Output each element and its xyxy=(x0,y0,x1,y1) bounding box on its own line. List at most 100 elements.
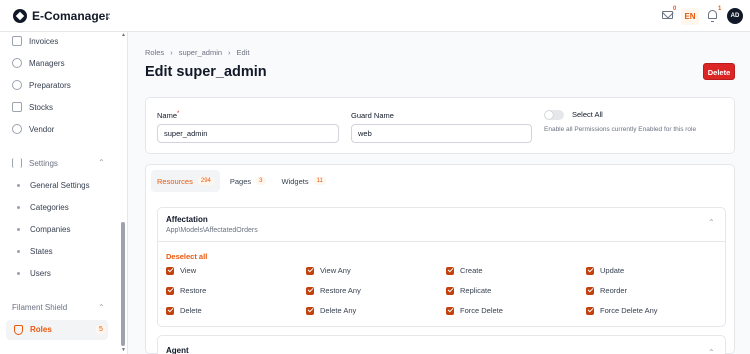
scroll-up-arrow-icon[interactable]: ▲ xyxy=(121,32,126,38)
filament-shield-group-label[interactable]: Filament Shield xyxy=(12,303,67,312)
sidebar-item-companies[interactable]: Companies xyxy=(30,222,70,236)
sidebar-item-preparators[interactable]: Preparators xyxy=(12,77,71,93)
sidebar-item-label: Stocks xyxy=(29,102,54,112)
checkbox-checked-icon[interactable] xyxy=(586,266,594,275)
checkbox-checked-icon[interactable] xyxy=(586,286,594,295)
checkbox-checked-icon[interactable] xyxy=(446,286,454,295)
sidebar-item-managers[interactable]: Managers xyxy=(12,55,65,71)
top-bar: E-Comanager ‹ 0 EN 1 AD xyxy=(0,0,750,32)
user-group-icon xyxy=(12,80,22,90)
name-field-label: Name* xyxy=(157,111,180,120)
mail-icon[interactable] xyxy=(662,11,673,19)
permission-checkbox[interactable]: Restore xyxy=(166,286,206,295)
permission-tabs: Resources 294 Pages 3 Widgets 11 xyxy=(151,170,332,192)
tab-count-badge: 3 xyxy=(256,177,266,185)
roles-count-badge: 5 xyxy=(96,325,106,334)
users-icon xyxy=(12,58,22,68)
tab-count-badge: 294 xyxy=(197,177,214,185)
checkbox-checked-icon[interactable] xyxy=(586,306,594,315)
permission-checkbox[interactable]: Force Delete xyxy=(446,306,503,315)
name-field[interactable]: super_admin xyxy=(157,124,339,143)
notifications-count-badge: 1 xyxy=(718,6,722,12)
select-all-toggle[interactable] xyxy=(544,110,564,120)
chevron-up-icon[interactable]: ⌃ xyxy=(98,303,105,312)
resource-title: Affectation xyxy=(166,215,208,224)
chevron-right-icon: › xyxy=(228,48,231,57)
tab-count-badge: 11 xyxy=(313,177,326,185)
sidebar-item-label: Preparators xyxy=(29,80,71,90)
shield-icon xyxy=(14,325,23,335)
settings-group-toggle[interactable]: Settings xyxy=(12,158,58,168)
tab-resources[interactable]: Resources 294 xyxy=(151,170,220,192)
select-all-help-text: Enable all Permissions currently Enabled… xyxy=(544,126,697,133)
mail-count-badge: 0 xyxy=(673,6,677,12)
app-name: E-Comanager xyxy=(32,9,111,23)
sidebar-scrollbar[interactable] xyxy=(121,222,125,346)
guard-name-field[interactable]: web xyxy=(351,124,532,143)
sliders-icon xyxy=(12,158,22,168)
breadcrumb-super-admin[interactable]: super_admin xyxy=(179,48,222,57)
chevron-up-icon[interactable]: ⌃ xyxy=(708,348,715,354)
permission-checkbox[interactable]: View Any xyxy=(306,266,351,275)
sidebar-item-roles[interactable]: Roles 5 xyxy=(6,320,108,340)
language-switch-button[interactable]: EN xyxy=(681,8,699,25)
sidebar-item-categories[interactable]: Categories xyxy=(30,200,69,214)
divider xyxy=(158,241,725,242)
breadcrumb-edit: Edit xyxy=(236,48,250,57)
permission-checkbox[interactable]: Delete xyxy=(166,306,202,315)
sidebar-item-label: Managers xyxy=(29,58,65,68)
checkbox-checked-icon[interactable] xyxy=(166,266,174,275)
sidebar-item-invoices[interactable]: Invoices xyxy=(12,33,58,49)
tab-widgets[interactable]: Widgets 11 xyxy=(276,170,332,192)
bullet-icon xyxy=(17,206,20,209)
chevron-up-icon[interactable]: ⌃ xyxy=(708,218,715,227)
delete-button[interactable]: Delete xyxy=(703,63,735,80)
role-form-card: Name* super_admin Guard Name web Select … xyxy=(145,97,735,154)
deselect-all-link[interactable]: Deselect all xyxy=(166,252,207,261)
checkbox-checked-icon[interactable] xyxy=(306,306,314,315)
notifications-bell-icon[interactable] xyxy=(708,10,717,22)
resource-section-agent: Agent ⌃ xyxy=(157,335,726,354)
resource-section-affectation: Affectation App\Models\AffectatedOrders … xyxy=(157,207,726,327)
bullet-icon xyxy=(17,272,20,275)
chevron-up-icon[interactable]: ⌃ xyxy=(98,158,105,167)
permission-checkbox[interactable]: Delete Any xyxy=(306,306,356,315)
permission-checkbox[interactable]: View xyxy=(166,266,196,275)
building-icon xyxy=(12,102,22,112)
checkbox-checked-icon[interactable] xyxy=(306,286,314,295)
bullet-icon xyxy=(17,250,20,253)
sidebar-item-vendor[interactable]: Vendor xyxy=(12,121,54,137)
logo-icon xyxy=(13,9,27,23)
checkbox-checked-icon[interactable] xyxy=(166,286,174,295)
sidebar-item-users[interactable]: Users xyxy=(30,266,51,280)
scroll-down-arrow-icon[interactable]: ▼ xyxy=(121,347,126,353)
checkbox-checked-icon[interactable] xyxy=(446,306,454,315)
user-avatar[interactable]: AD xyxy=(727,8,743,24)
sidebar-item-stocks[interactable]: Stocks xyxy=(12,99,53,115)
bullet-icon xyxy=(17,184,20,187)
settings-group-label: Settings xyxy=(29,158,58,168)
permission-checkbox[interactable]: Reorder xyxy=(586,286,627,295)
tab-pages[interactable]: Pages 3 xyxy=(224,170,272,192)
permissions-card: Resources 294 Pages 3 Widgets 11 Affectatio… xyxy=(145,164,735,354)
breadcrumb-roles[interactable]: Roles xyxy=(145,48,164,57)
checkbox-checked-icon[interactable] xyxy=(166,306,174,315)
guard-name-field-label: Guard Name xyxy=(351,111,394,120)
sidebar-item-general-settings[interactable]: General Settings xyxy=(30,178,90,192)
chevron-right-icon: › xyxy=(170,48,173,57)
select-all-label: Select All xyxy=(572,110,603,119)
sidebar-item-label: Roles xyxy=(30,325,52,334)
sidebar-item-states[interactable]: States xyxy=(30,244,53,258)
permission-checkbox[interactable]: Update xyxy=(586,266,624,275)
permission-checkbox[interactable]: Replicate xyxy=(446,286,491,295)
sidebar: Invoices Managers Preparators Stocks Ven… xyxy=(0,32,128,354)
collapse-sidebar-button[interactable]: ‹ xyxy=(106,8,111,22)
permission-checkbox[interactable]: Restore Any xyxy=(306,286,361,295)
checkbox-checked-icon[interactable] xyxy=(446,266,454,275)
bullet-icon xyxy=(17,228,20,231)
permission-checkbox[interactable]: Force Delete Any xyxy=(586,306,658,315)
user-icon xyxy=(12,124,22,134)
resource-title: Agent xyxy=(166,346,189,354)
permission-checkbox[interactable]: Create xyxy=(446,266,483,275)
checkbox-checked-icon[interactable] xyxy=(306,266,314,275)
